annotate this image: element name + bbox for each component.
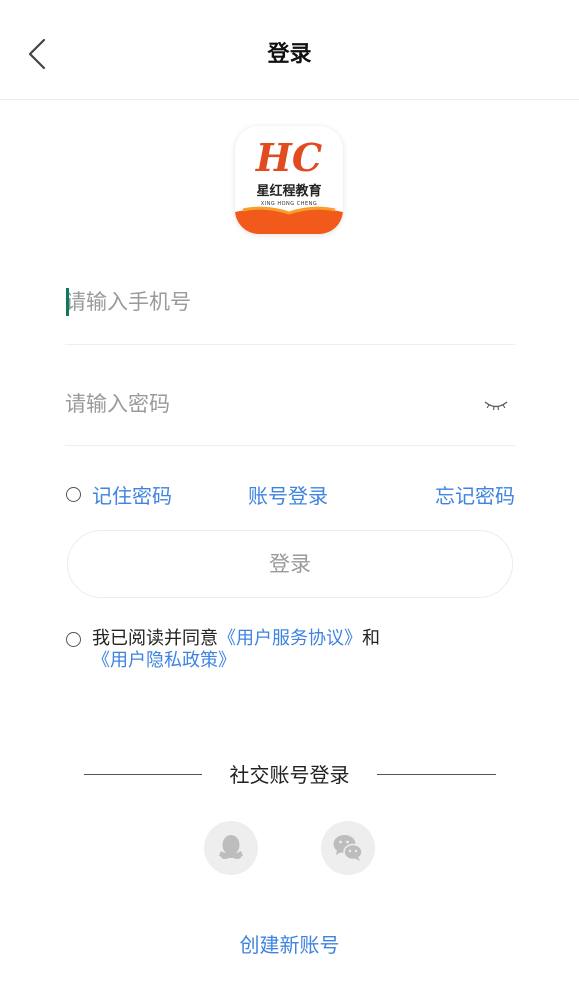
qq-penguin-icon	[219, 835, 243, 859]
remember-password-radio[interactable]	[66, 487, 81, 502]
app-logo: HC 星红程教育 XING HONG CHENG	[235, 126, 343, 234]
social-login-divider: 社交账号登录	[0, 760, 579, 790]
qq-login-button[interactable]	[204, 821, 258, 875]
create-account-row: 创建新账号	[0, 930, 579, 960]
header-bar: 登录	[0, 0, 579, 100]
page-title: 登录	[267, 42, 312, 67]
create-account-link[interactable]: 创建新账号	[240, 933, 340, 957]
eye-closed-icon	[484, 401, 508, 411]
account-login-link[interactable]: 账号登录	[248, 480, 328, 512]
text-caret	[66, 288, 69, 316]
agreement-radio[interactable]	[66, 632, 81, 647]
login-options: 记住密码 账号登录 忘记密码	[65, 480, 515, 512]
password-field	[65, 384, 515, 446]
social-login-label: 社交账号登录	[229, 763, 350, 787]
divider-line-right	[377, 774, 496, 775]
privacy-policy-link[interactable]: 《用户隐私政策》	[92, 650, 236, 671]
phone-field	[65, 280, 515, 345]
phone-input[interactable]	[65, 282, 445, 322]
logo-monogram: HC	[255, 135, 323, 180]
forgot-password-link[interactable]: 忘记密码	[435, 480, 515, 512]
agreement-conjunction: 和	[362, 628, 380, 649]
book-icon	[235, 206, 343, 234]
toggle-password-visibility[interactable]	[483, 394, 509, 414]
agreement-text: 我已阅读并同意《用户服务协议》和《用户隐私政策》	[92, 628, 522, 672]
wechat-icon	[333, 835, 363, 861]
service-agreement-link[interactable]: 《用户服务协议》	[218, 628, 362, 649]
logo-name-cn: 星红程教育	[256, 184, 322, 199]
agreement-prefix: 我已阅读并同意	[92, 628, 218, 649]
remember-password-label[interactable]: 记住密码	[92, 480, 172, 512]
password-input[interactable]	[65, 384, 445, 424]
login-button[interactable]: 登录	[67, 530, 513, 598]
wechat-login-button[interactable]	[321, 821, 375, 875]
